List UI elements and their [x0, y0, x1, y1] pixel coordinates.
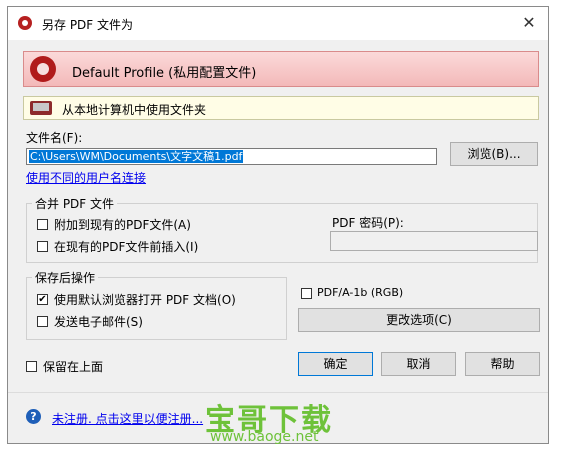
computer-icon — [30, 101, 52, 115]
app-logo-icon — [18, 16, 32, 30]
after-save-group — [26, 277, 287, 340]
insert-checkbox[interactable] — [37, 241, 48, 252]
profile-logo-icon — [30, 56, 56, 82]
register-link[interactable]: 未注册. 点击这里以便注册... — [52, 410, 203, 427]
send-email-label: 发送电子邮件(S) — [54, 315, 143, 329]
send-email-checkbox[interactable] — [37, 316, 48, 327]
save-pdf-dialog: 另存 PDF 文件为 ✕ Default Profile (私用配置文件) 从本… — [7, 6, 549, 444]
merge-pdf-legend: 合并 PDF 文件 — [32, 195, 118, 212]
profile-label: Default Profile (私用配置文件) — [72, 66, 257, 81]
local-folder-selector[interactable]: 从本地计算机中使用文件夹 — [23, 96, 539, 120]
open-after-save-label: 使用默认浏览器打开 PDF 文档(O) — [54, 293, 236, 307]
close-icon[interactable]: ✕ — [518, 13, 540, 33]
profile-selector[interactable]: Default Profile (私用配置文件) — [23, 51, 539, 87]
pdfa-checkbox[interactable] — [301, 288, 312, 299]
filename-value: C:\Users\WM\Documents\文字文稿1.pdf — [29, 150, 244, 163]
cancel-button[interactable]: 取消 — [381, 352, 456, 376]
local-folder-label: 从本地计算机中使用文件夹 — [62, 103, 207, 117]
after-save-legend: 保存后操作 — [32, 269, 99, 286]
change-options-button[interactable]: 更改选项(C) — [298, 308, 540, 332]
title-bar: 另存 PDF 文件为 ✕ — [8, 7, 548, 40]
site-watermark: 宝哥下载 www.baoge.net — [205, 395, 355, 450]
filename-field[interactable]: C:\Users\WM\Documents\文字文稿1.pdf — [26, 148, 437, 165]
check-icon: ✔ — [38, 294, 47, 305]
footer-separator — [8, 392, 548, 393]
window-title: 另存 PDF 文件为 — [42, 18, 134, 32]
pdfa-label: PDF/A-1b (RGB) — [317, 286, 404, 299]
stay-on-top-checkbox[interactable] — [26, 361, 37, 372]
append-checkbox[interactable] — [37, 219, 48, 230]
help-button[interactable]: 帮助 — [465, 352, 540, 376]
append-label: 附加到现有的PDF文件(A) — [54, 218, 191, 232]
open-after-save-checkbox[interactable]: ✔ — [37, 294, 48, 305]
browse-button[interactable]: 浏览(B)... — [450, 142, 538, 166]
help-icon: ? — [26, 409, 41, 424]
ok-button[interactable]: 确定 — [298, 352, 373, 376]
pdf-password-field[interactable] — [330, 231, 538, 251]
stay-on-top-label: 保留在上面 — [43, 360, 104, 374]
watermark-url: www.baoge.net — [210, 429, 319, 445]
pdf-password-label: PDF 密码(P): — [332, 216, 404, 230]
filename-label: 文件名(F): — [26, 131, 83, 145]
insert-label: 在现有的PDF文件前插入(I) — [54, 240, 199, 254]
different-user-link[interactable]: 使用不同的用户名连接 — [26, 169, 146, 186]
